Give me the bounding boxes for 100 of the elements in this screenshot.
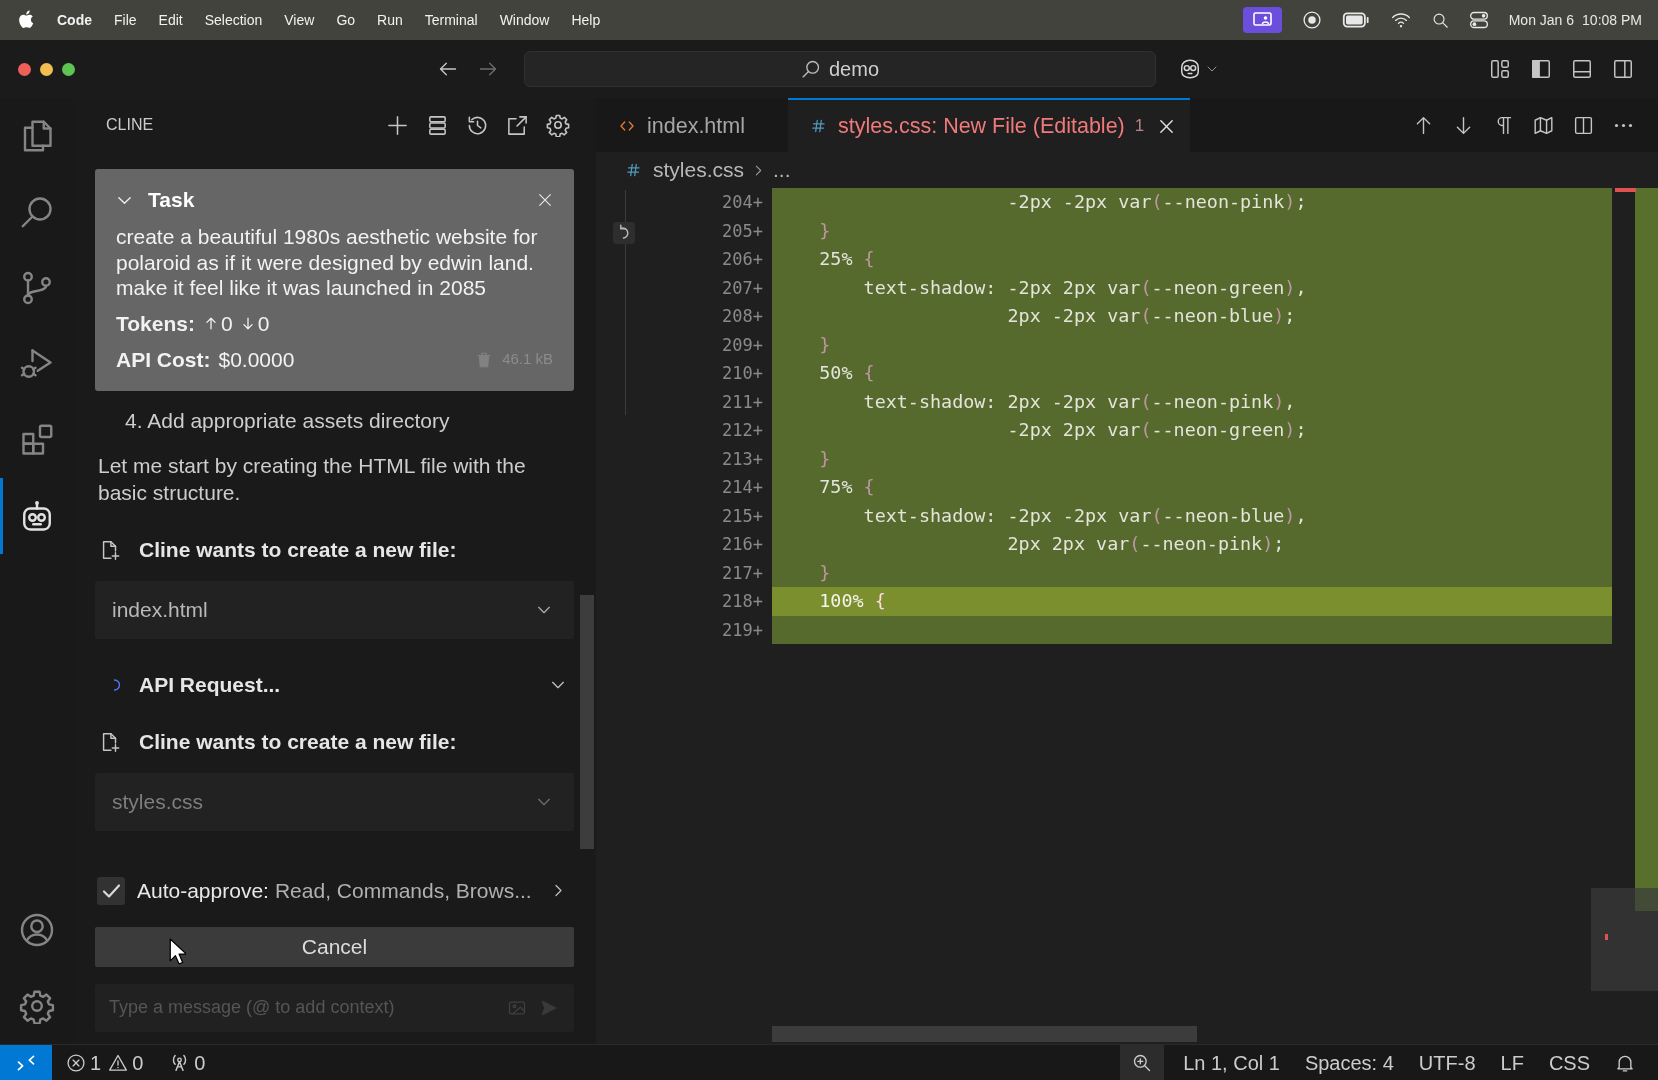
line-number: 210+ — [722, 362, 763, 385]
token-count: 0 — [257, 310, 270, 337]
tokens-label: Tokens: — [116, 310, 195, 337]
error-count[interactable]: 1 — [90, 1047, 102, 1078]
line-number: 204+ — [722, 191, 763, 214]
control-center-icon[interactable] — [1468, 10, 1489, 30]
line-number: 218+ — [722, 590, 763, 613]
list-item: 4. Add appropriate assets directory — [124, 407, 451, 434]
line-number: 217+ — [722, 561, 763, 585]
extensions-icon[interactable] — [19, 422, 55, 458]
breadcrumb-item[interactable]: ... — [773, 154, 791, 186]
menu-item[interactable]: Go — [336, 9, 356, 31]
sidebar-left-icon[interactable] — [1530, 58, 1552, 80]
auto-approve-value: Read, Commands, Brows... — [274, 877, 532, 904]
settings-icon[interactable] — [546, 113, 570, 137]
line-number: 212+ — [722, 419, 763, 442]
account-icon[interactable] — [19, 912, 55, 948]
search-icon — [801, 59, 821, 79]
menu-item[interactable]: Terminal — [424, 9, 478, 31]
menu-item[interactable]: Selection — [204, 9, 263, 31]
battery-icon[interactable] — [1341, 10, 1370, 30]
search-icon[interactable] — [1431, 11, 1449, 29]
auto-approve-label: Auto-approve: — [137, 877, 269, 904]
search-field[interactable]: demo — [524, 51, 1156, 87]
panel-bottom-icon[interactable] — [1571, 58, 1593, 80]
error-icon[interactable] — [66, 1052, 86, 1073]
zoom-in-icon — [1132, 1052, 1153, 1073]
menu-item[interactable]: File — [114, 9, 137, 31]
mouse-pointer-icon — [168, 938, 186, 965]
token-count: 0 — [220, 310, 233, 337]
menu-item[interactable]: View — [284, 9, 315, 31]
status-item[interactable]: CSS — [1548, 1047, 1590, 1078]
menu-bar-time: 10:08 PM — [1582, 10, 1642, 30]
editor-tab[interactable]: styles.css: New File (Editable) 1 — [788, 98, 1191, 152]
window-close-icon[interactable] — [18, 62, 31, 76]
arrow-up-icon — [203, 315, 218, 332]
stack-icon[interactable] — [426, 113, 449, 137]
line-number: 213+ — [722, 447, 763, 471]
message-text: Let me start by creating the HTML file with the basic structure. — [97, 452, 527, 506]
status-item[interactable]: Ln 1, Col 1 — [1183, 1047, 1280, 1078]
file-dropdown[interactable]: index.html — [95, 580, 574, 639]
menu-item[interactable]: Edit — [158, 9, 183, 31]
window-maximize-icon[interactable] — [62, 62, 75, 76]
arrow-down-icon — [240, 315, 255, 332]
error-marker — [1605, 934, 1608, 940]
port-count[interactable]: 0 — [194, 1047, 206, 1078]
apple-icon[interactable] — [18, 10, 35, 30]
line-number: 208+ — [722, 305, 763, 328]
code-brackets-icon — [619, 118, 635, 134]
breadcrumb-item[interactable]: styles.css — [653, 154, 744, 186]
close-icon[interactable] — [1158, 117, 1176, 135]
line-number: 211+ — [722, 390, 763, 414]
task-description: create a beautiful 1980s aesthetic website for polaroid as if it were designed by edwin land. make it feel like it was launched in 2085 — [116, 224, 539, 301]
app-menu[interactable]: Code — [57, 9, 92, 31]
tool-message: Cline wants to create a new file: — [139, 536, 457, 563]
status-item[interactable]: Spaces: 4 — [1304, 1047, 1394, 1078]
line-number: 214+ — [722, 476, 763, 499]
scrollbar-thumb[interactable] — [772, 1026, 1197, 1042]
scrollbar-thumb[interactable] — [1591, 888, 1658, 991]
warning-count[interactable]: 0 — [132, 1047, 144, 1078]
status-item[interactable]: LF — [1500, 1047, 1524, 1078]
error-marker — [1615, 188, 1636, 192]
line-number: 215+ — [722, 504, 763, 528]
screen-sharing-icon[interactable] — [1242, 7, 1282, 33]
plus-icon[interactable] — [386, 113, 409, 137]
wifi-icon[interactable] — [1389, 10, 1412, 30]
line-number: 207+ — [722, 276, 763, 300]
search-icon[interactable] — [19, 194, 55, 230]
split-editor-icon[interactable] — [1573, 114, 1594, 136]
sidebar-right-icon[interactable] — [1612, 58, 1634, 80]
cancel-button[interactable]: Cancel — [95, 926, 574, 967]
map-icon[interactable] — [1533, 114, 1554, 136]
menu-item[interactable]: Help — [571, 9, 601, 31]
external-link-icon[interactable] — [506, 113, 529, 137]
revert-icon[interactable] — [613, 222, 635, 244]
cost-label: API Cost: — [116, 346, 211, 373]
warning-icon[interactable] — [108, 1052, 129, 1073]
cost-value: $0.0000 — [218, 346, 295, 373]
line-number: 206+ — [722, 248, 763, 271]
line-number: 219+ — [722, 618, 763, 642]
record-icon[interactable] — [1301, 10, 1322, 30]
hash-icon — [811, 118, 826, 134]
layout-icon[interactable] — [1489, 58, 1511, 80]
checkbox[interactable] — [97, 876, 125, 905]
scrollbar-thumb[interactable] — [580, 595, 594, 849]
settings-icon[interactable] — [19, 988, 55, 1024]
line-number: 216+ — [722, 533, 763, 556]
window-minimize-icon[interactable] — [40, 62, 53, 76]
line-number: 205+ — [722, 219, 763, 243]
remote-icon — [15, 1052, 37, 1073]
menu-item[interactable]: Window — [499, 9, 550, 31]
menu-item[interactable]: Run — [377, 9, 403, 31]
menu-bar-date: Mon Jan 6 — [1508, 10, 1575, 30]
tool-message: Cline wants to create a new file: — [139, 728, 457, 755]
status-item[interactable]: UTF-8 — [1418, 1047, 1476, 1078]
zoom-button[interactable] — [1120, 1045, 1165, 1080]
hash-icon — [626, 162, 641, 178]
line-number: 209+ — [722, 333, 763, 357]
robot-face-icon[interactable] — [1178, 58, 1202, 80]
task-title: Task — [148, 187, 195, 214]
